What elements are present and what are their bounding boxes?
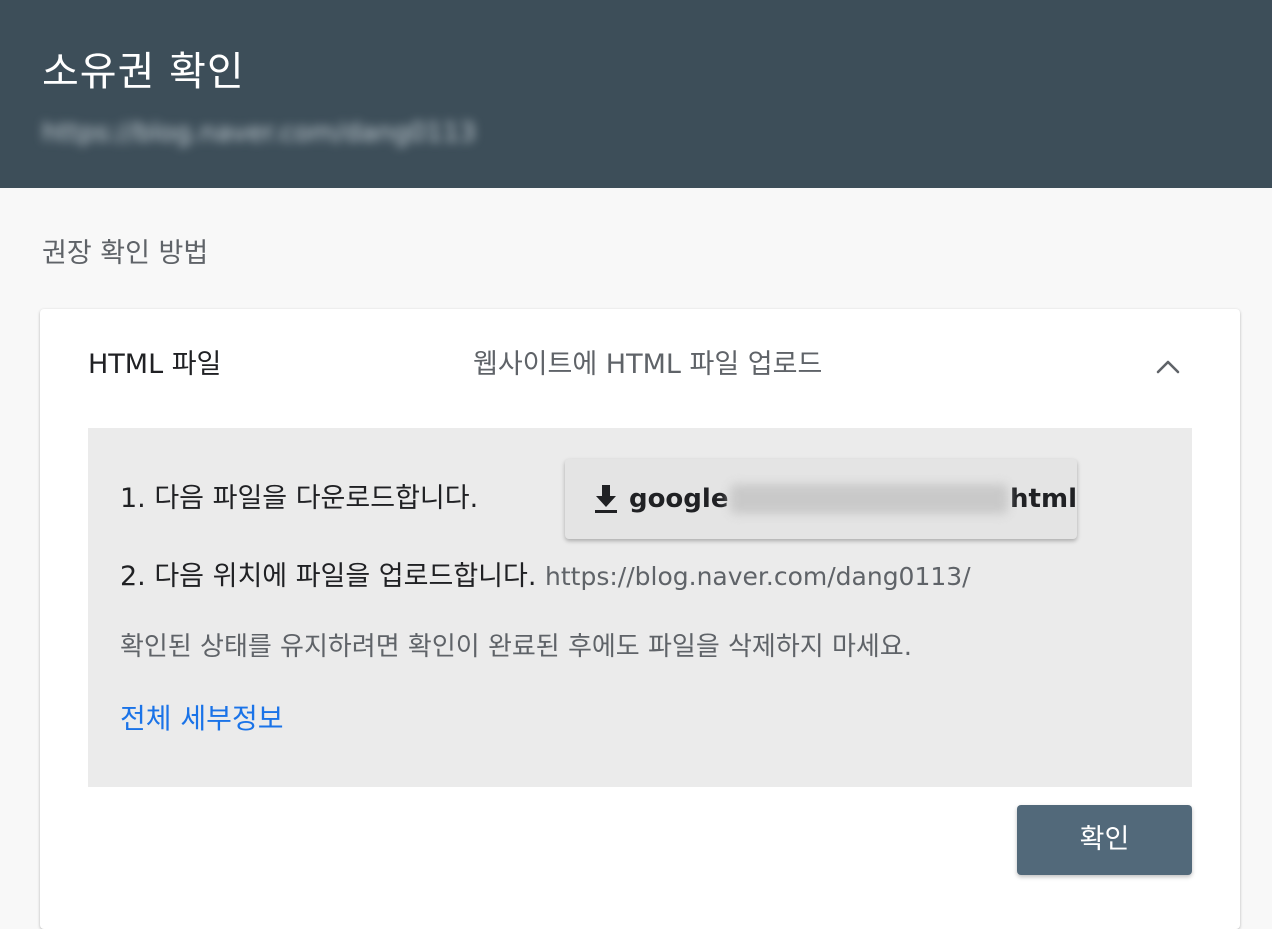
chevron-up-icon[interactable] (1150, 349, 1186, 385)
verification-method-card: HTML 파일 웹사이트에 HTML 파일 업로드 1. 다음 파일을 다운로드… (40, 309, 1240, 929)
redacted-filename (730, 484, 1009, 514)
full-details-link[interactable]: 전체 세부정보 (120, 700, 283, 738)
step-2-text: 2. 다음 위치에 파일을 업로드합니다. https://blog.naver… (120, 559, 971, 595)
section-label: 권장 확인 방법 (42, 238, 209, 269)
property-url: https://blog.naver.com/dang0113 (42, 118, 476, 148)
upload-path: https://blog.naver.com/dang0113/ (545, 562, 971, 591)
download-filename-suffix: html (1010, 484, 1077, 514)
confirm-button[interactable]: 확인 (1017, 805, 1192, 875)
download-icon (591, 482, 621, 516)
instructions-panel: 1. 다음 파일을 다운로드합니다. google html 2. 다음 위치에… (88, 428, 1192, 787)
page-title: 소유권 확인 (42, 49, 245, 95)
method-name: HTML 파일 (88, 349, 222, 380)
step-2-label: 2. 다음 위치에 파일을 업로드합니다. (120, 561, 537, 592)
step-1-text: 1. 다음 파일을 다운로드합니다. (120, 483, 479, 514)
download-filename-prefix: google (628, 484, 729, 514)
method-description: 웹사이트에 HTML 파일 업로드 (473, 349, 823, 380)
page-header: 소유권 확인 https://blog.naver.com/dang0113 (0, 0, 1272, 188)
method-header[interactable]: HTML 파일 웹사이트에 HTML 파일 업로드 (40, 309, 1240, 427)
download-file-button[interactable]: google html (565, 459, 1077, 539)
keep-file-note: 확인된 상태를 유지하려면 확인이 완료된 후에도 파일을 삭제하지 마세요. (120, 632, 912, 662)
